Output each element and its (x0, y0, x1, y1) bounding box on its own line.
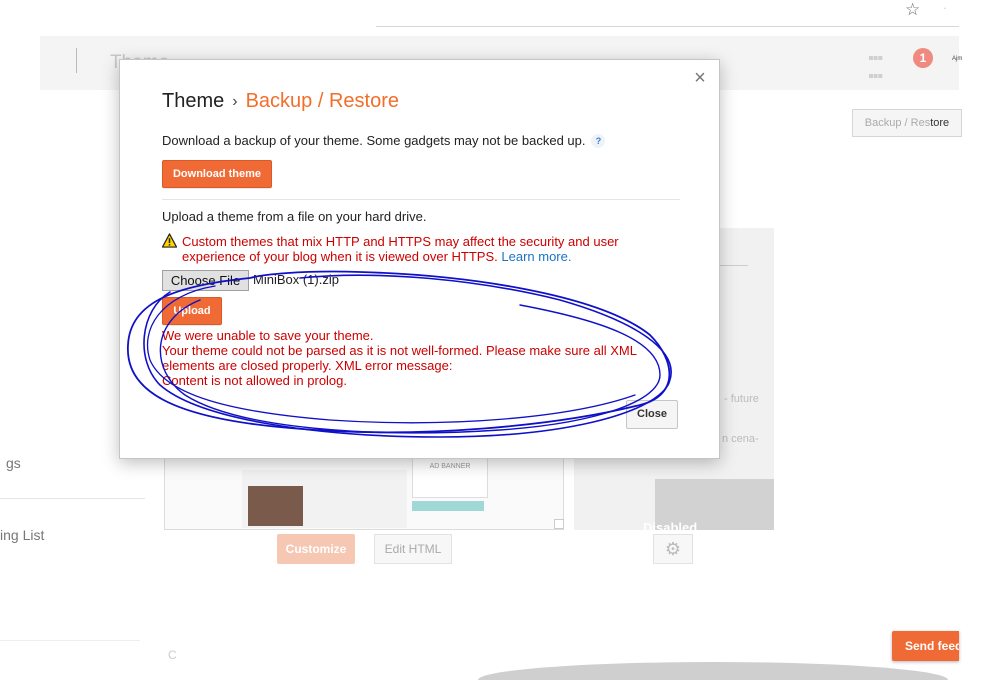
https-warning: Custom themes that mix HTTP and HTTPS ma… (182, 234, 662, 264)
upload-button[interactable]: Upload (162, 297, 222, 325)
mobile-preview-text-2: n cena- (722, 433, 759, 445)
learn-more-link[interactable]: Learn more. (501, 249, 571, 264)
backup-restore-label-dim: Backup / Res (864, 117, 931, 129)
error-line: Your theme could not be parsed as it is … (162, 343, 637, 358)
avatar[interactable]: Ajm (952, 56, 962, 63)
selected-file-name: MiniBox (1).zip (253, 272, 339, 287)
preview-photo (248, 486, 303, 526)
sidebar-item-reading-list[interactable]: ing List (0, 527, 44, 543)
error-message: We were unable to save your theme. Your … (162, 328, 662, 388)
download-description: Download a backup of your theme. Some ga… (162, 133, 606, 148)
backup-restore-dialog: × Theme › Backup / Restore Download a back… (119, 59, 720, 459)
choose-file-button[interactable]: Choose File (162, 270, 249, 291)
mobile-preview-text-1: - future (724, 393, 759, 405)
dialog-title: Theme › Backup / Restore (162, 90, 399, 113)
bottom-shadow (478, 662, 948, 680)
sidebar-divider (0, 498, 145, 499)
backup-restore-button[interactable]: Backup / Restore (852, 109, 962, 137)
error-line: Content is not allowed in prolog. (162, 373, 348, 388)
extension-icon[interactable]: ▫ (944, 6, 946, 12)
dialog-title-main: Theme (162, 90, 225, 112)
download-theme-button[interactable]: Download theme (162, 160, 272, 188)
warning-triangle-icon (162, 233, 177, 248)
preview-ad-banner: AD BANNER (412, 458, 488, 498)
error-line: We were unable to save your theme. (162, 328, 374, 343)
chevron-right-icon: › (232, 93, 238, 110)
help-icon[interactable]: ? (591, 134, 606, 148)
close-icon[interactable]: × (691, 68, 709, 88)
error-line: elements are closed properly. XML error … (162, 358, 453, 373)
apps-grid-icon[interactable]: ▪▪▪ ▪▪▪ (868, 50, 883, 86)
download-text: Download a backup of your theme. Some ga… (162, 133, 586, 148)
upload-description: Upload a theme from a file on your hard … (162, 209, 427, 224)
mobile-disabled-label: Disabled (643, 520, 698, 535)
preview-scroll-handle (554, 519, 564, 529)
send-feedback-button[interactable]: Send feedback (892, 631, 959, 661)
bottom-divider (0, 640, 140, 641)
edit-html-button[interactable]: Edit HTML (374, 534, 452, 564)
preview-strip (412, 501, 484, 511)
sidebar-item-settings[interactable]: gs (6, 455, 21, 471)
backup-restore-label-rest: tore (930, 117, 950, 129)
customize-button[interactable]: Customize (277, 534, 355, 564)
star-icon[interactable]: ☆ (905, 0, 920, 20)
section-divider (162, 199, 680, 200)
browser-toolbar (376, 0, 959, 27)
bottom-heading: C (168, 648, 177, 662)
gear-icon[interactable]: ⚙ (653, 534, 693, 564)
mobile-preview-line (720, 265, 748, 266)
dialog-title-sub: Backup / Restore (245, 90, 399, 112)
header-divider (76, 48, 77, 73)
close-button[interactable]: Close (626, 400, 678, 429)
notification-badge[interactable]: 1 (913, 48, 933, 68)
